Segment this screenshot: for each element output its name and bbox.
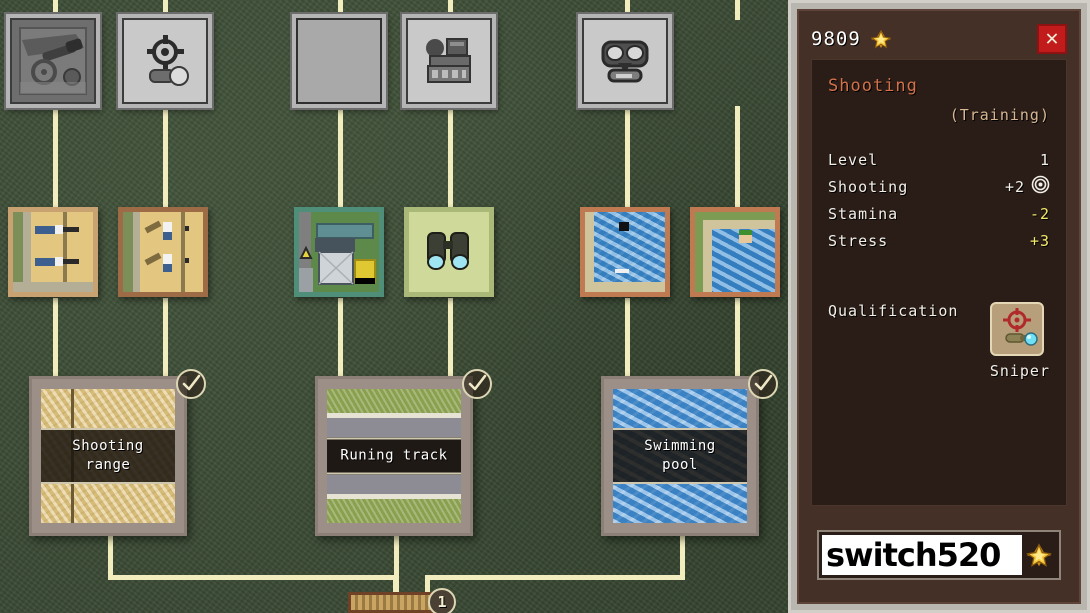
qualification-label: Qualification xyxy=(828,302,959,320)
cannon-icon xyxy=(10,18,96,104)
wire-segment xyxy=(625,106,630,210)
stat-label: Stress xyxy=(828,231,889,250)
panel-body: 9809 ✕ Shooting (Training) Level 1 Shoot… xyxy=(797,9,1081,604)
facility-label-plate: Runing track xyxy=(327,437,461,475)
stat-label: Level xyxy=(828,150,879,169)
stat-value: +2 xyxy=(1004,177,1025,196)
track-lane-bottom xyxy=(327,474,461,494)
wire-segment xyxy=(108,575,398,580)
wire-segment xyxy=(338,106,343,210)
gold-star-icon xyxy=(869,27,893,51)
track-lane-top xyxy=(327,418,461,438)
stat-value: +3 xyxy=(1029,231,1050,250)
wire-segment xyxy=(735,298,740,376)
wire-segment xyxy=(735,0,740,20)
gas-mask-icon xyxy=(582,18,668,104)
wire-segment xyxy=(163,106,168,210)
wire-segment xyxy=(53,106,58,210)
wire-segment xyxy=(448,298,453,376)
stat-label: Shooting xyxy=(828,177,909,196)
track-line-bottom xyxy=(327,493,461,499)
thumb-equipment-shed[interactable] xyxy=(294,207,384,297)
prone-shooters-icon xyxy=(13,212,93,292)
running-track-surface: Runing track xyxy=(327,389,461,523)
completed-check-icon xyxy=(462,369,492,399)
facility-label-line1: Shooting xyxy=(72,438,144,454)
stat-row-level: Level 1 xyxy=(828,146,1050,173)
qualification-name: Sniper xyxy=(989,362,1050,380)
watermark: switch520 xyxy=(817,530,1061,580)
toolbar-tile-crosshair[interactable] xyxy=(118,14,212,108)
network-hub-badge[interactable]: 1 xyxy=(428,588,456,613)
sniper-scope-icon[interactable] xyxy=(989,302,1044,356)
skill-info-box: Shooting (Training) Level 1 Shooting +2 xyxy=(811,59,1067,506)
target-icon xyxy=(1031,175,1050,198)
thumb-pool-lane[interactable] xyxy=(580,207,670,297)
pool-swimmer-icon xyxy=(585,212,665,292)
swimming-pool-surface: Swimming pool xyxy=(613,389,747,523)
facility-label-plate: Shooting range xyxy=(41,428,175,484)
shed-icon xyxy=(299,212,379,292)
game-screen: 1 Shooting range Runing track Swimming p… xyxy=(0,0,1090,613)
wire-segment xyxy=(680,536,685,578)
toolbar-tile-cannon[interactable] xyxy=(6,14,100,108)
skill-info-panel: 9809 ✕ Shooting (Training) Level 1 Shoot… xyxy=(788,0,1090,613)
wire-segment xyxy=(163,298,168,376)
track-grass-bottom xyxy=(327,498,461,523)
wire-segment xyxy=(625,298,630,376)
facility-label-line1: Swimming xyxy=(644,438,716,454)
thumb-pool-deck[interactable] xyxy=(690,207,780,297)
thumb-shooting-lane-throw[interactable] xyxy=(118,207,208,297)
wire-segment xyxy=(338,298,343,376)
machinery-icon xyxy=(406,18,492,104)
gold-star-icon xyxy=(1022,540,1056,570)
stat-row-shooting: Shooting +2 xyxy=(828,173,1050,200)
stat-label: Stamina xyxy=(828,204,899,223)
crosshair-scope-icon xyxy=(122,18,208,104)
completed-check-icon xyxy=(748,369,778,399)
skill-title: Shooting xyxy=(828,76,918,96)
qualification-section: Qualification Sniper xyxy=(828,302,1050,380)
pool-deck-icon xyxy=(695,212,775,292)
thumb-shooting-lane-prone[interactable] xyxy=(8,207,98,297)
wire-segment xyxy=(448,106,453,210)
toolbar-tile-machinery[interactable] xyxy=(402,14,496,108)
wire-segment xyxy=(425,575,685,580)
stat-list: Level 1 Shooting +2 Stamina -2 Stress +3 xyxy=(828,146,1050,254)
wire-segment xyxy=(53,298,58,376)
stat-value: 1 xyxy=(1039,150,1050,169)
panel-header: 9809 ✕ xyxy=(811,21,1067,57)
blank-icon xyxy=(296,18,382,104)
wire-segment xyxy=(735,106,740,210)
facility-label-plate: Swimming pool xyxy=(613,428,747,484)
currency-amount: 9809 xyxy=(811,28,861,50)
thumb-binoculars[interactable] xyxy=(404,207,494,297)
standing-throwers-icon xyxy=(123,212,203,292)
facility-label-line1: Runing track xyxy=(340,447,448,464)
toolbar-tile-gasmask[interactable] xyxy=(578,14,672,108)
binoculars-icon xyxy=(409,212,489,292)
shooting-range-surface: Shooting range xyxy=(41,389,175,523)
watermark-text: switch520 xyxy=(822,535,1022,575)
stat-row-stamina: Stamina -2 xyxy=(828,200,1050,227)
wire-segment xyxy=(108,536,113,578)
toolbar-tile-empty[interactable] xyxy=(292,14,386,108)
facility-running-track[interactable]: Runing track xyxy=(315,369,492,536)
completed-check-icon xyxy=(176,369,206,399)
facility-swimming-pool[interactable]: Swimming pool xyxy=(601,369,778,536)
close-button[interactable]: ✕ xyxy=(1037,24,1067,54)
stat-value: -2 xyxy=(1029,204,1050,223)
track-grass-top xyxy=(327,389,461,414)
skill-subtitle: (Training) xyxy=(949,106,1050,124)
stat-row-stress: Stress +3 xyxy=(828,227,1050,254)
facility-label-line2: pool xyxy=(662,457,698,473)
facility-shooting-range[interactable]: Shooting range xyxy=(29,369,206,536)
facility-label-line2: range xyxy=(85,457,131,473)
currency-display: 9809 xyxy=(811,27,893,51)
